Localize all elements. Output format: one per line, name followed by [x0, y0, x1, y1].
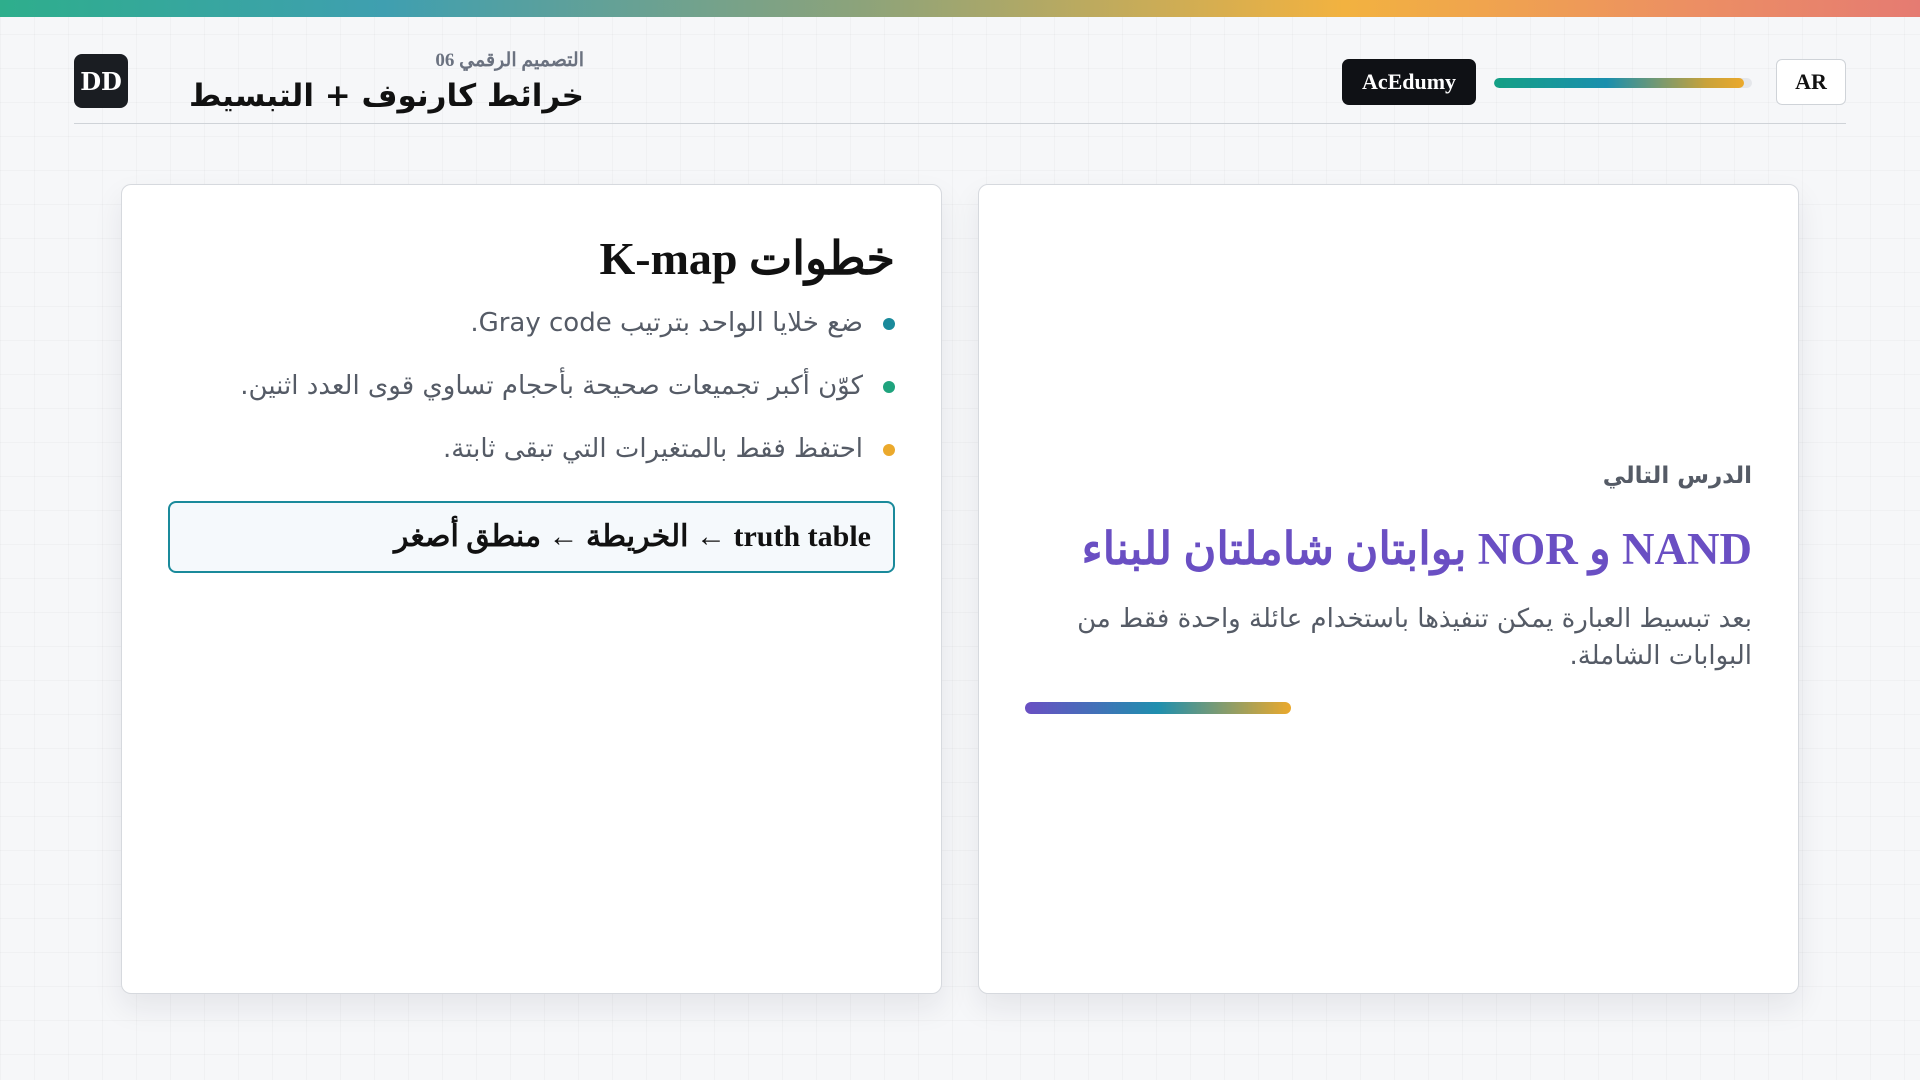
brand-badge: AcEdumy [1342, 59, 1476, 105]
next-lesson-title[interactable]: NAND و NOR بوابتان شاملتان للبناء [1081, 519, 1752, 579]
language-button[interactable]: AR [1776, 59, 1846, 105]
top-gradient-strip [0, 0, 1920, 17]
next-lesson-card[interactable]: الدرس التالي NAND و NOR بوابتان شاملتان … [978, 184, 1799, 994]
list-item: كوّن أكبر تجميعات صحيحة بأحجام تساوي قوى… [175, 366, 895, 429]
steps-list: ضع خلايا الواحد بترتيب Gray code. كوّن أ… [175, 303, 895, 492]
next-lesson-description: بعد تبسيط العبارة يمكن تنفيذها باستخدام … [1077, 604, 1752, 671]
list-item: ضع خلايا الواحد بترتيب Gray code. [175, 303, 895, 366]
lesson-progress-fill [1494, 78, 1745, 88]
step-text: كوّن أكبر تجميعات صحيحة بأحجام تساوي قوى… [240, 371, 863, 401]
flow-summary-box: truth table ← الخريطة ← منطق أصغر [168, 501, 895, 573]
decorative-gradient-bar [1025, 702, 1291, 714]
header: DD التصميم الرقمي 06 خرائط كارنوف + التب… [74, 50, 1846, 124]
step-text: احتفظ فقط بالمتغيرات التي تبقى ثابتة. [443, 434, 863, 464]
bullet-dot-icon [883, 318, 895, 330]
title-block: التصميم الرقمي 06 خرائط كارنوف + التبسيط [148, 50, 584, 116]
next-lesson-label: الدرس التالي [1602, 463, 1752, 489]
kmap-steps-card: خطوات K-map ضع خلايا الواحد بترتيب Gray … [121, 184, 942, 994]
lesson-progress-bar [1494, 78, 1752, 88]
step-text: ضع خلايا الواحد بترتيب Gray code. [470, 308, 863, 338]
kmap-card-title: خطوات K-map [599, 233, 895, 284]
course-label: التصميم الرقمي 06 [435, 50, 584, 71]
page-title: خرائط كارنوف + التبسيط [188, 78, 584, 114]
logo-badge: DD [74, 54, 128, 108]
bullet-dot-icon [883, 444, 895, 456]
bullet-dot-icon [883, 381, 895, 393]
list-item: احتفظ فقط بالمتغيرات التي تبقى ثابتة. [175, 429, 895, 492]
